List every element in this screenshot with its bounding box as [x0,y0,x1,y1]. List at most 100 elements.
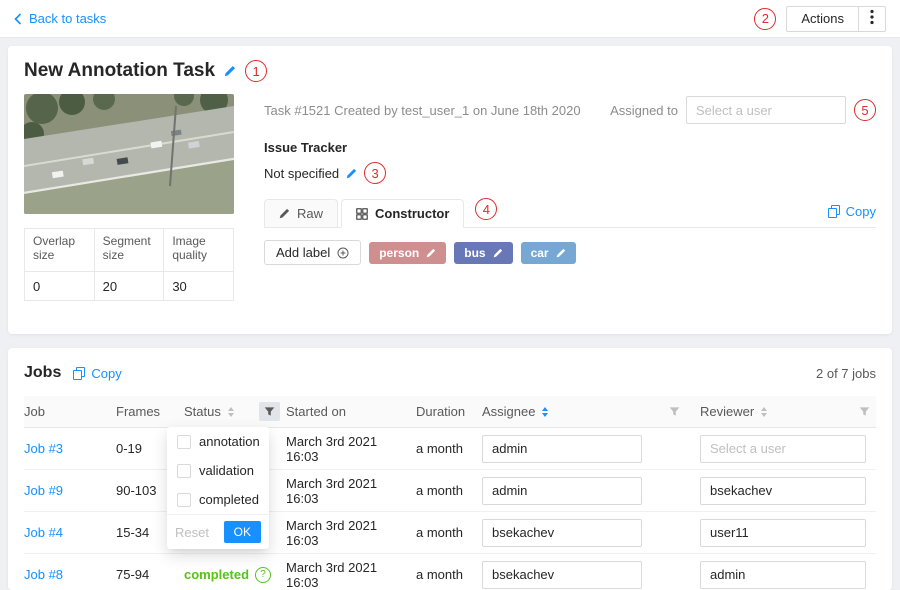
duration-cell: a month [416,525,482,540]
copy-icon [73,367,85,380]
reviewer-filter-icon[interactable] [859,406,870,417]
assignee-input[interactable] [482,435,642,463]
filter-option-annotation[interactable]: annotation [167,427,269,456]
jobs-header: Jobs Copy 2 of 7 jobs [24,360,876,386]
column-frames: Frames [116,404,184,419]
assignee-input[interactable] [482,561,642,589]
edit-task-name-icon[interactable] [224,65,236,77]
filter-option-completed[interactable]: completed [167,485,269,514]
label-chip-car[interactable]: car [521,242,576,264]
edit-label-icon[interactable] [493,248,503,258]
job-row: Job #4 15-34 March 3rd 2021 16:03 a mont… [24,512,876,554]
task-meta-row: Task #1521 Created by test_user_1 on Jun… [264,96,876,124]
reviewer-input[interactable] [700,477,866,505]
edit-issue-tracker-icon[interactable] [346,168,357,179]
param-header: Image quality [164,229,234,272]
constructor-icon [356,208,368,220]
assignee-filter-icon[interactable] [669,406,680,417]
reviewer-input[interactable] [700,435,866,463]
edit-label-icon[interactable] [556,248,566,258]
assigned-to-label: Assigned to [610,103,678,118]
column-job: Job [24,404,116,419]
back-to-tasks-link[interactable]: Back to tasks [14,11,106,26]
filter-option-label: completed [199,492,259,507]
reviewer-input[interactable] [700,519,866,547]
column-assignee-label: Assignee [482,404,535,419]
label-chip-person[interactable]: person [369,242,446,264]
job-link[interactable]: Job #3 [24,441,63,456]
jobs-table-header: Job Frames Status Started on Duration As… [24,396,876,428]
top-bar: Back to tasks 2 Actions [0,0,900,38]
annotation-circle-2: 2 [754,8,776,30]
job-link[interactable]: Job #4 [24,525,63,540]
label-chip-text: bus [464,246,485,260]
filter-option-label: validation [199,463,254,478]
param-value: 20 [94,272,164,301]
reviewer-sort-icon[interactable] [761,407,767,417]
param-header: Overlap size [25,229,95,272]
filter-reset-button[interactable]: Reset [175,525,209,540]
actions-menu-button[interactable] [858,6,886,32]
copy-jobs-link[interactable]: Copy [73,366,121,381]
task-right-column: Task #1521 Created by test_user_1 on Jun… [264,94,876,301]
job-row: Job #3 0-19 March 3rd 2021 16:03 a month [24,428,876,470]
more-vertical-icon [870,9,874,28]
actions-button-group: Actions [786,6,886,32]
task-params-table: Overlap size Segment size Image quality … [24,228,234,301]
plus-circle-icon [337,247,349,259]
copy-jobs-label: Copy [91,366,121,381]
column-status-label: Status [184,404,221,419]
annotation-circle-4: 4 [475,198,497,220]
duration-cell: a month [416,483,482,498]
edit-label-icon[interactable] [426,248,436,258]
add-label-button[interactable]: Add label [264,240,361,265]
label-chip-bus[interactable]: bus [454,242,512,264]
duration-cell: a month [416,441,482,456]
label-chip-text: car [531,246,549,260]
jobs-count: 2 of 7 jobs [816,366,876,381]
jobs-title: Jobs [24,364,61,382]
assignee-input[interactable] [482,519,642,547]
status-sort-icon[interactable] [228,407,234,417]
annotation-circle-3: 3 [364,162,386,184]
filter-ok-button[interactable]: OK [224,521,261,543]
filter-option-label: annotation [199,434,260,449]
assignee-input[interactable] [482,477,642,505]
tab-raw-label: Raw [297,206,323,221]
job-link[interactable]: Job #8 [24,567,63,582]
question-circle-icon[interactable]: ? [255,567,271,583]
tab-constructor-label: Constructor [375,206,449,221]
column-reviewer-label: Reviewer [700,404,754,419]
checkbox-icon[interactable] [177,493,191,507]
issue-tracker-label: Issue Tracker [264,140,876,155]
param-header: Segment size [94,229,164,272]
task-card: New Annotation Task 1 [8,46,892,334]
chevron-left-icon [14,13,22,25]
topbar-actions: 2 Actions [754,6,886,32]
task-assignee-input[interactable] [686,96,846,124]
started-cell: March 3rd 2021 16:03 [286,476,416,506]
task-page: Back to tasks 2 Actions New Annotation T… [0,0,900,590]
task-body: Overlap size Segment size Image quality … [24,94,876,301]
filter-option-validation[interactable]: validation [167,456,269,485]
job-link[interactable]: Job #9 [24,483,63,498]
issue-tracker-section: Issue Tracker Not specified 3 [264,140,876,184]
status-cell: completed ? [184,567,286,583]
annotation-circle-5: 5 [854,99,876,121]
duration-cell: a month [416,567,482,582]
checkbox-icon[interactable] [177,464,191,478]
checkbox-icon[interactable] [177,435,191,449]
reviewer-input[interactable] [700,561,866,589]
assignee-sort-icon[interactable] [542,407,548,417]
jobs-card: Jobs Copy 2 of 7 jobs Job Frames Status … [8,348,892,590]
labels-row: Add label person bus [264,240,876,265]
tab-raw[interactable]: Raw [264,199,338,228]
actions-button[interactable]: Actions [786,6,859,32]
status-filter-icon[interactable] [259,402,280,421]
column-started: Started on [286,404,416,419]
tab-constructor[interactable]: Constructor [341,199,464,228]
job-row: Job #9 90-103 March 3rd 2021 16:03 a mon… [24,470,876,512]
copy-labels-link[interactable]: Copy [828,204,876,227]
assigned-to-group: Assigned to 5 [610,96,876,124]
task-meta: Task #1521 Created by test_user_1 on Jun… [264,96,581,118]
